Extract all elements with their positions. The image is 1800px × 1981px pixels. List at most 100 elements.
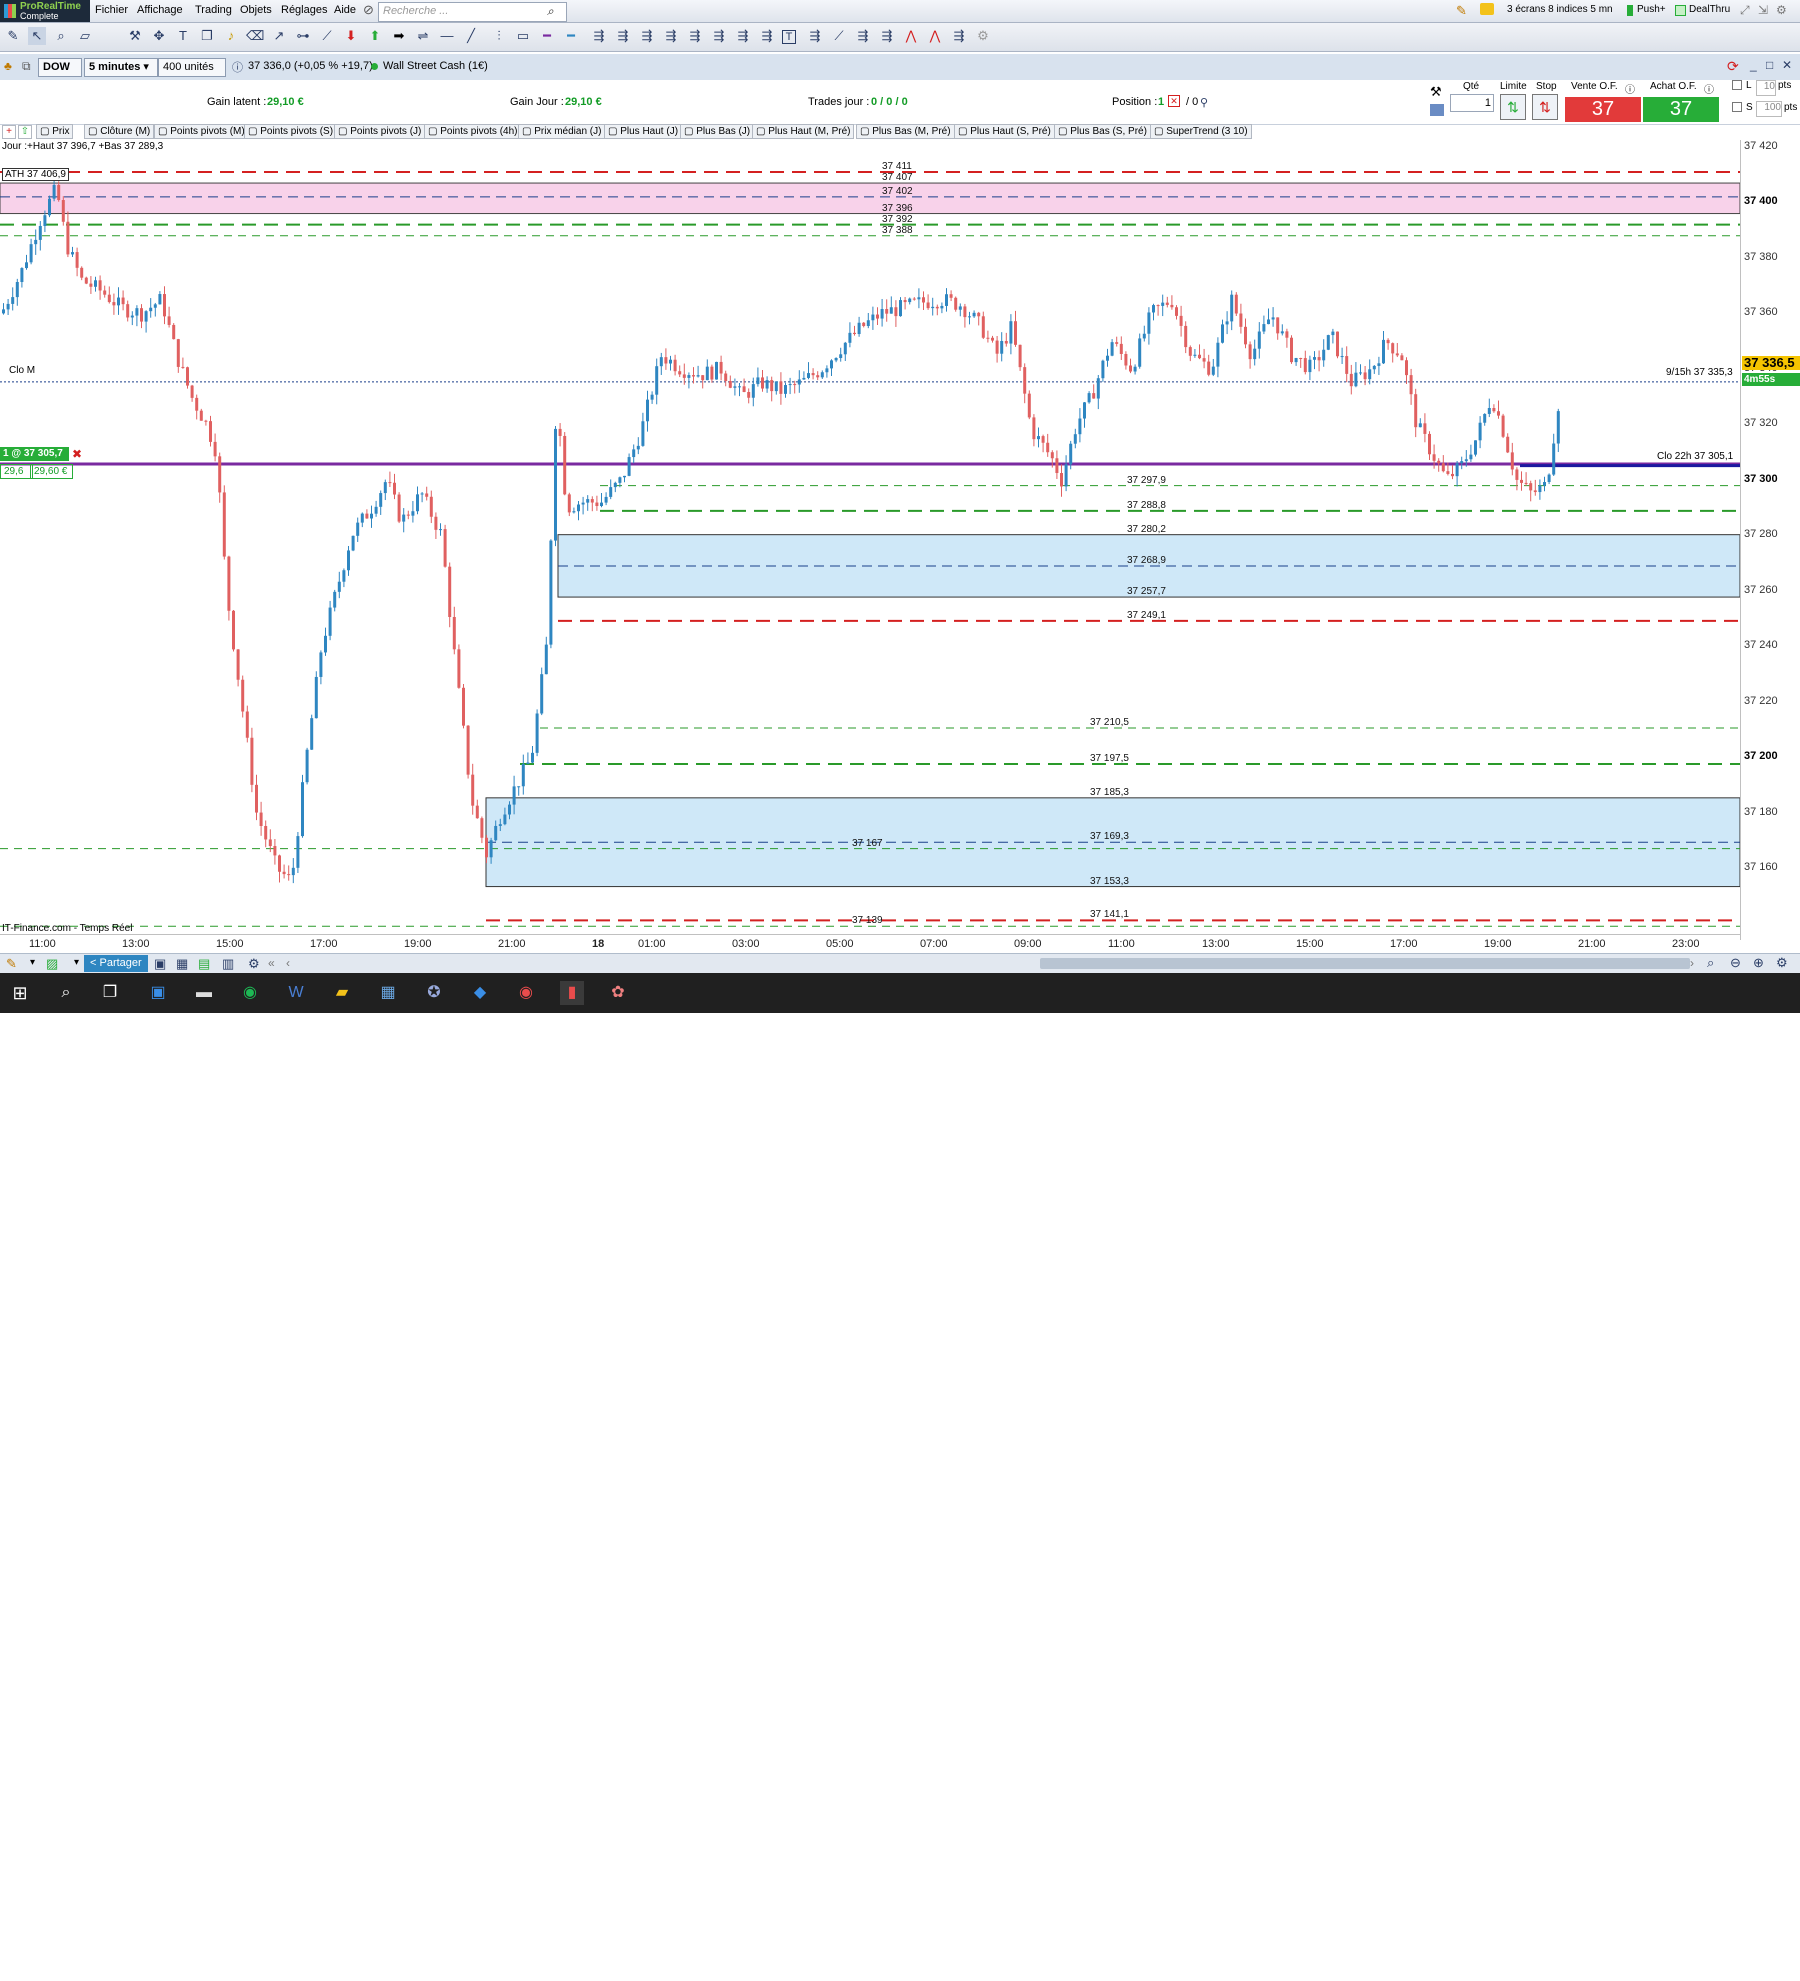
indicator-tab[interactable]: ▢ Clôture (M) bbox=[84, 124, 155, 139]
menu-trading[interactable]: Trading bbox=[195, 4, 232, 16]
scroll-back-icon[interactable]: « bbox=[268, 956, 275, 970]
screenshot-icon[interactable]: ▣ bbox=[154, 956, 166, 972]
tool-h-icon[interactable]: ⇶ bbox=[758, 27, 776, 45]
dropdown2-icon[interactable]: ▾ bbox=[74, 957, 79, 968]
zigzag-icon[interactable]: ⋀ bbox=[902, 27, 920, 45]
search-input[interactable]: Recherche ... ⌕ bbox=[378, 2, 567, 22]
ruler-icon[interactable]: ▱ bbox=[76, 27, 94, 45]
game-icon[interactable]: ✿ bbox=[606, 981, 630, 1005]
s-checkbox[interactable] bbox=[1732, 102, 1742, 112]
trash-icon[interactable]: ⌫ bbox=[246, 27, 264, 45]
chart-settings-icon[interactable]: ⚙ bbox=[1776, 955, 1788, 971]
calc-icon[interactable]: ▦ bbox=[176, 956, 188, 972]
settings-icon[interactable]: ⚙ bbox=[1776, 3, 1787, 17]
chart-type-icon[interactable]: ▨ bbox=[46, 956, 58, 972]
dropdown-icon[interactable]: ▾ bbox=[30, 957, 35, 968]
hline-icon[interactable]: — bbox=[438, 27, 456, 45]
windows-start-icon[interactable]: ⊞ bbox=[8, 981, 32, 1005]
indicator-tab[interactable]: ▢ Prix bbox=[36, 124, 74, 139]
menu-fichier[interactable]: Fichier bbox=[95, 4, 128, 16]
indicator-tab[interactable]: ▢ Plus Bas (S, Pré) bbox=[1054, 124, 1151, 139]
pattern-icon[interactable]: ⋀ bbox=[926, 27, 944, 45]
indicator-tab[interactable]: ▢ Plus Haut (S, Pré) bbox=[954, 124, 1055, 139]
menu-reglages[interactable]: Réglages bbox=[281, 4, 327, 16]
tool-i-icon[interactable]: ⇶ bbox=[806, 27, 824, 45]
pen-icon[interactable]: ✎ bbox=[4, 27, 22, 45]
spotify-icon[interactable]: ◉ bbox=[238, 981, 262, 1005]
achat-info-icon[interactable]: ⓘ bbox=[1704, 81, 1714, 96]
tool-f-icon[interactable]: ⇶ bbox=[710, 27, 728, 45]
chart-tool-icon[interactable]: ✎ bbox=[1456, 3, 1467, 19]
indicator-up-icon[interactable]: ⇧ bbox=[18, 125, 32, 139]
magnet-icon[interactable]: ⚒ bbox=[126, 27, 144, 45]
qty-input[interactable]: 1 bbox=[1450, 94, 1494, 112]
cursor-icon[interactable]: ↖ bbox=[28, 27, 46, 45]
s-pts-input[interactable]: 100 bbox=[1756, 101, 1782, 117]
indicator-tab[interactable]: ▢ Plus Haut (M, Pré) bbox=[752, 124, 855, 139]
code-icon[interactable]: ◆ bbox=[468, 981, 492, 1005]
scroll-left-icon[interactable]: ‹ bbox=[286, 956, 290, 970]
close-icon[interactable]: ✕ bbox=[1782, 58, 1792, 72]
rectangle-icon[interactable]: ▭ bbox=[514, 27, 532, 45]
screens-button[interactable]: 3 écrans 8 indices 5 mn bbox=[1507, 4, 1613, 15]
refresh-icon[interactable]: ⟳ bbox=[1727, 58, 1739, 75]
price-chart[interactable] bbox=[0, 140, 1740, 940]
minimize-icon[interactable]: _ bbox=[1750, 58, 1757, 72]
down-arrow-icon[interactable]: ⬇ bbox=[342, 27, 360, 45]
up-arrow-icon[interactable]: ⬆ bbox=[366, 27, 384, 45]
menu-aide[interactable]: Aide bbox=[334, 4, 356, 16]
zoom-in-icon[interactable]: ⊕ bbox=[1753, 955, 1764, 971]
tool-k-icon[interactable]: ⇶ bbox=[878, 27, 896, 45]
horizontal-line-icon[interactable]: ━ bbox=[538, 27, 556, 45]
app-icon[interactable]: ✪ bbox=[422, 981, 446, 1005]
tool-a-icon[interactable]: ⇶ bbox=[590, 27, 608, 45]
menu-affichage[interactable]: Affichage bbox=[137, 4, 183, 16]
gear-icon[interactable]: ⚙ bbox=[974, 27, 992, 45]
text-box-icon[interactable]: T bbox=[782, 30, 796, 44]
dealthru-button[interactable]: DealThru bbox=[1689, 4, 1730, 15]
channel-icon[interactable]: ⇌ bbox=[414, 27, 432, 45]
l-checkbox[interactable] bbox=[1732, 80, 1742, 90]
word-icon[interactable]: W bbox=[284, 981, 308, 1005]
scroll-right-icon[interactable]: › bbox=[1690, 956, 1694, 970]
indicator-tab[interactable]: ▢ Points pivots (J) bbox=[334, 124, 426, 139]
keypad-icon[interactable] bbox=[1430, 104, 1444, 116]
add-indicator-icon[interactable]: + bbox=[2, 125, 16, 139]
info-icon[interactable]: ⓘ bbox=[232, 59, 243, 75]
arrow-line-icon[interactable]: ↗ bbox=[270, 27, 288, 45]
maximize-icon[interactable]: □ bbox=[1766, 58, 1773, 72]
link-icon[interactable]: ⧉ bbox=[22, 59, 31, 74]
search-icon[interactable]: ⌕ bbox=[547, 4, 554, 19]
indicator-tab[interactable]: ▢ Plus Bas (M, Pré) bbox=[856, 124, 955, 139]
taskbar-search-icon[interactable]: ⌕ bbox=[54, 981, 78, 1005]
task-view-icon[interactable]: ❐ bbox=[98, 981, 122, 1005]
indicator-tab[interactable]: ▢ SuperTrend (3 10) bbox=[1150, 124, 1252, 139]
template-icon[interactable]: ▥ bbox=[222, 956, 234, 972]
horizontal-scrollbar[interactable] bbox=[1040, 958, 1690, 969]
indicator-tab[interactable]: ▢ Points pivots (4h) bbox=[424, 124, 522, 139]
indicator-tab[interactable]: ▢ Points pivots (S) bbox=[244, 124, 338, 139]
limit-order-button[interactable]: ⇅ bbox=[1500, 94, 1526, 120]
close-position-tag-icon[interactable]: ✖ bbox=[72, 447, 82, 461]
indicator-tab[interactable]: ▢ Plus Haut (J) bbox=[604, 124, 683, 139]
zoom-out-icon[interactable]: ⊖ bbox=[1730, 955, 1741, 971]
menu-objets[interactable]: Objets bbox=[240, 4, 272, 16]
timeframe-select[interactable]: 5 minutes ▾ bbox=[84, 58, 158, 77]
ray-icon[interactable]: ⟋ bbox=[318, 27, 336, 45]
right-arrow-icon[interactable]: ➡ bbox=[390, 27, 408, 45]
instrument-icon[interactable]: ♣ bbox=[4, 59, 12, 73]
system-clock[interactable]: 20:25 18/12/2023 bbox=[1738, 1951, 1794, 1981]
share-button[interactable]: < Partager bbox=[84, 955, 148, 972]
time-axis[interactable] bbox=[0, 934, 1740, 953]
tool-e-icon[interactable]: ⇶ bbox=[686, 27, 704, 45]
orders-icon[interactable]: ⚲ bbox=[1200, 96, 1208, 109]
dock-icon[interactable]: ⇲ bbox=[1758, 3, 1768, 17]
units-select[interactable]: 400 unités ▾ bbox=[158, 58, 226, 90]
zoom-icon[interactable]: ⌕ bbox=[52, 27, 70, 45]
prorealtime-taskbar-icon[interactable]: ▮ bbox=[560, 981, 584, 1005]
wrench-icon[interactable]: ⚒ bbox=[1430, 84, 1442, 100]
store-icon[interactable]: ▣ bbox=[146, 981, 170, 1005]
tool-l-icon[interactable]: ⇶ bbox=[950, 27, 968, 45]
tool-g-icon[interactable]: ⇶ bbox=[734, 27, 752, 45]
indicator-tab[interactable]: ▢ Prix médian (J) bbox=[518, 124, 606, 139]
